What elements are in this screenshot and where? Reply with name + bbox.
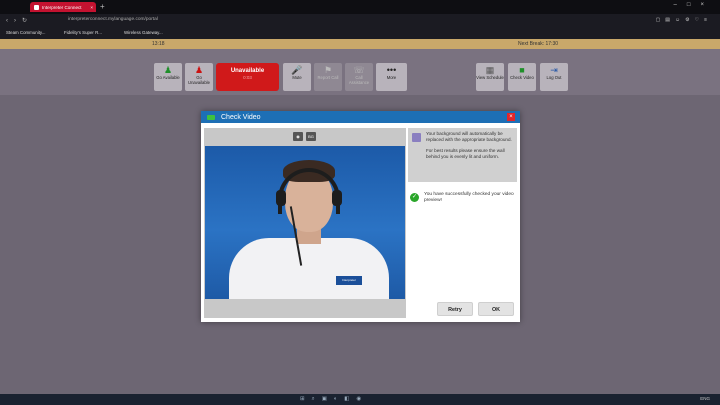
bookmarks-bar: Steam Community... Fidelity's Super R...…	[0, 28, 720, 39]
report-call-button[interactable]: ⚑ Report Call	[314, 63, 342, 91]
go-unavailable-icon: ♟	[194, 65, 204, 75]
ok-button[interactable]: OK	[478, 302, 514, 316]
view-schedule-icon: ▦	[485, 65, 495, 75]
check-video-dialog: Check Video × ◉ BG Interpreter Your back…	[201, 111, 520, 322]
toolbar-label: View Schedule	[476, 75, 504, 80]
tab-close-icon[interactable]: ×	[90, 5, 93, 10]
toolbar-label: Mute	[292, 75, 302, 80]
extension-icons[interactable]: ▢▤☺⚙♡≡	[656, 17, 712, 23]
video-camera-icon	[207, 114, 215, 120]
app-toolbar: ♟ Go Available ♟ Go Unavailable Unavaila…	[0, 49, 720, 95]
new-tab-icon[interactable]: +	[100, 2, 105, 11]
toolbar-label: Go Available	[156, 75, 180, 80]
more-icon: •••	[386, 65, 397, 75]
toolbar-label: Call Assistance	[348, 75, 370, 85]
close-icon[interactable]: ×	[507, 113, 515, 121]
headset-earcup-left	[276, 190, 286, 206]
success-message: ✓ You have successfully checked your vid…	[408, 192, 517, 204]
log-out-icon: ⇥	[550, 65, 558, 75]
call-assistance-button[interactable]: ☏ Call Assistance	[345, 63, 373, 91]
taskbar-apps[interactable]: ⊞⌕▣◐◧◉	[300, 396, 368, 403]
status-indicator: Unavailable 0:03	[216, 63, 279, 91]
tab-favicon-icon	[34, 4, 39, 10]
person-shirt	[229, 238, 389, 299]
dialog-header: Check Video ×	[201, 111, 520, 123]
os-taskbar: ⊞⌕▣◐◧◉ ENG	[0, 394, 720, 405]
mute-icon: 🎤	[291, 65, 303, 75]
toolbar-label: Go Unavailable	[188, 75, 210, 85]
toolbar-label: Report Call	[317, 75, 339, 80]
check-icon: ✓	[410, 193, 419, 202]
mute-button[interactable]: 🎤 Mute	[283, 63, 311, 91]
go-unavailable-button[interactable]: ♟ Go Unavailable	[185, 63, 213, 91]
background-icon	[412, 133, 421, 142]
go-available-button[interactable]: ♟ Go Available	[154, 63, 182, 91]
report-call-icon: ⚑	[323, 65, 333, 75]
browser-tab[interactable]: Interpreter Connect ×	[30, 2, 96, 12]
background-toggle-button[interactable]: BG	[306, 132, 316, 141]
video-preview: Interpreter	[205, 146, 405, 299]
view-schedule-button[interactable]: ▦ View Schedule	[476, 63, 504, 91]
call-assistance-icon: ☏	[353, 65, 365, 75]
success-text: You have successfully checked your video…	[424, 192, 514, 203]
shift-start-time: 13:18	[152, 41, 165, 47]
video-preview-panel: ◉ BG Interpreter	[204, 128, 406, 318]
bookmark-item[interactable]: Wireless Gateway...	[124, 30, 163, 35]
video-tools: ◉ BG	[204, 128, 406, 145]
shift-time-bar: 13:18 Next Break: 17:30	[0, 39, 720, 49]
check-video-icon: ■	[519, 65, 525, 75]
check-video-button[interactable]: ■ Check Video	[508, 63, 536, 91]
toolbar-label: Check Video	[510, 75, 534, 80]
camera-settings-icon[interactable]: ◉	[293, 132, 303, 141]
address-bar: ‹›↻ interpreterconnect.mylanguage.com/po…	[0, 14, 720, 28]
go-available-icon: ♟	[163, 65, 173, 75]
log-out-button[interactable]: ⇥ Log Out	[540, 63, 568, 91]
url-field[interactable]: interpreterconnect.mylanguage.com/portal	[68, 17, 158, 22]
status-timer: 0:03	[243, 75, 252, 80]
bookmark-item[interactable]: Steam Community...	[6, 30, 45, 35]
retry-button[interactable]: Retry	[437, 302, 473, 316]
info-text-1: Your background will automatically be re…	[426, 131, 512, 142]
tab-title: Interpreter Connect	[42, 4, 82, 10]
toolbar-label: Log Out	[546, 75, 562, 80]
headset-earcup-right	[332, 190, 342, 206]
browser-tab-bar: Interpreter Connect × + –□×	[0, 0, 720, 14]
window-controls[interactable]: –□×	[674, 2, 714, 8]
shirt-badge: Interpreter	[336, 276, 362, 285]
info-text-2: For best results please ensure the wall …	[426, 148, 505, 159]
background-info-box: Your background will automatically be re…	[408, 128, 517, 182]
more-button[interactable]: ••• More	[376, 63, 407, 91]
system-tray[interactable]: ENG	[700, 396, 710, 401]
bookmark-item[interactable]: Fidelity's Super R...	[64, 30, 102, 35]
nav-buttons[interactable]: ‹›↻	[6, 17, 33, 24]
status-label: Unavailable	[230, 68, 265, 74]
dialog-title: Check Video	[221, 113, 261, 121]
next-break-time: Next Break: 17:30	[518, 41, 559, 47]
toolbar-label: More	[386, 75, 397, 80]
